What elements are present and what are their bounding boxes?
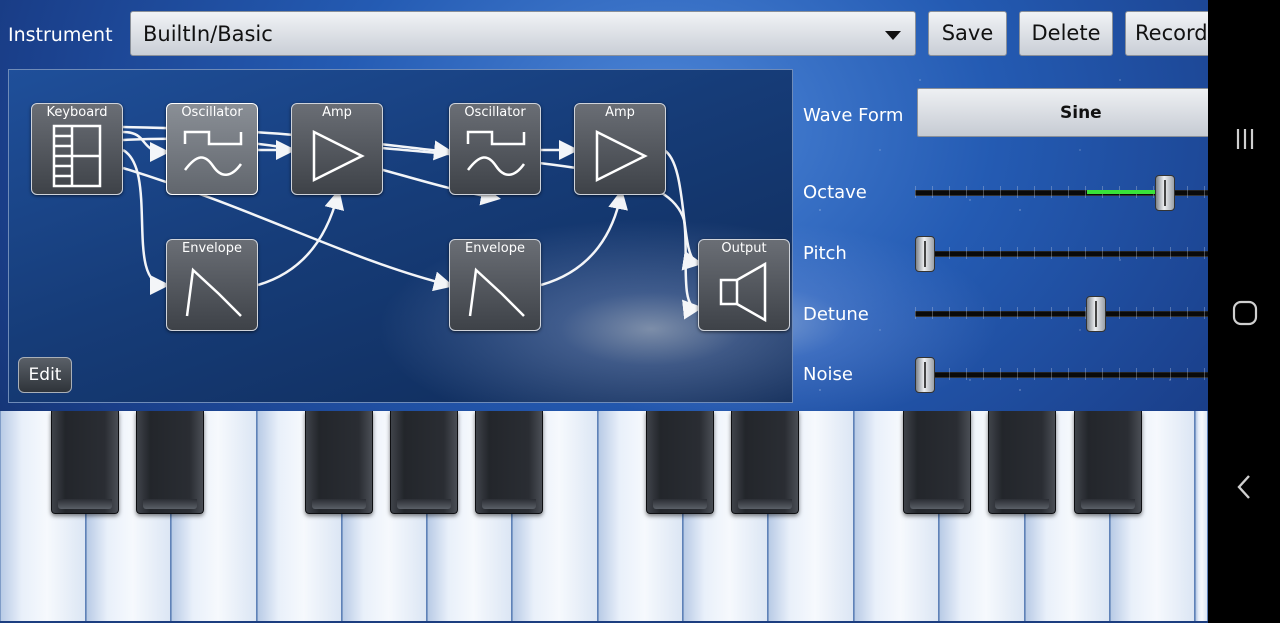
black-key[interactable] [136,411,204,514]
white-key[interactable] [1195,411,1208,621]
oscillator-2-node[interactable]: Oscillator [449,103,541,195]
pitch-slider[interactable] [915,236,1208,272]
speaker-icon [719,261,767,323]
black-key[interactable] [390,411,458,514]
black-key[interactable] [1074,411,1142,514]
output-node[interactable]: Output [698,239,790,331]
detune-slider[interactable] [915,296,1208,332]
delete-button[interactable]: Delete [1019,11,1113,56]
keyboard-node[interactable]: Keyboard [31,103,123,195]
amp-triangle-icon [595,129,648,183]
octave-slider[interactable] [915,175,1208,211]
black-key[interactable] [731,411,799,514]
amp-2-node[interactable]: Amp [574,103,666,195]
system-nav-bar [1208,0,1280,623]
black-key[interactable] [51,411,119,514]
dropdown-caret-icon [885,31,901,40]
piano-keyboard[interactable] [0,411,1208,623]
keyboard-icon [52,124,102,188]
waveform-label: Wave Form [803,105,904,126]
oscillator-1-node[interactable]: Oscillator [166,103,258,195]
instrument-label: Instrument [8,24,113,46]
noise-slider[interactable] [915,357,1208,393]
patch-wires [122,125,703,320]
pitch-label: Pitch [803,243,847,264]
slider-fill [1087,190,1155,194]
slider-ticks [915,368,1208,380]
edit-button[interactable]: Edit [18,357,72,393]
black-key[interactable] [903,411,971,514]
home-icon[interactable] [1230,298,1260,328]
slider-thumb[interactable] [1086,296,1106,332]
black-key[interactable] [305,411,373,514]
detune-label: Detune [803,304,869,325]
slider-thumb[interactable] [915,357,935,393]
slider-ticks [915,307,1208,319]
instrument-select[interactable]: BuiltIn/Basic [130,11,916,56]
synth-app: Instrument BuiltIn/Basic Save Delete Rec… [0,0,1208,623]
amp-triangle-icon [312,129,365,183]
black-key[interactable] [475,411,543,514]
instrument-value: BuiltIn/Basic [143,22,273,46]
black-key[interactable] [646,411,714,514]
waveform-select[interactable]: Sine [917,88,1208,137]
amp-1-node[interactable]: Amp [291,103,383,195]
envelope-shape-icon [185,267,242,317]
slider-thumb[interactable] [915,236,935,272]
patch-panel[interactable]: Keyboard Oscillator Amp Envelope Oscilla… [8,69,793,403]
black-key[interactable] [988,411,1056,514]
noise-label: Noise [803,364,853,385]
back-icon[interactable] [1230,472,1260,502]
recent-apps-icon[interactable] [1230,124,1260,154]
waveform-value: Sine [1060,103,1102,123]
oscillator-wave-icon [183,130,243,176]
envelope-1-node[interactable]: Envelope [166,239,258,331]
save-button[interactable]: Save [928,11,1007,56]
envelope-2-node[interactable]: Envelope [449,239,541,331]
slider-ticks [915,247,1208,259]
slider-thumb[interactable] [1155,175,1175,211]
record-button[interactable]: Record [1125,11,1208,56]
oscillator-wave-icon [466,130,526,176]
octave-label: Octave [803,182,867,203]
envelope-shape-icon [468,267,525,317]
